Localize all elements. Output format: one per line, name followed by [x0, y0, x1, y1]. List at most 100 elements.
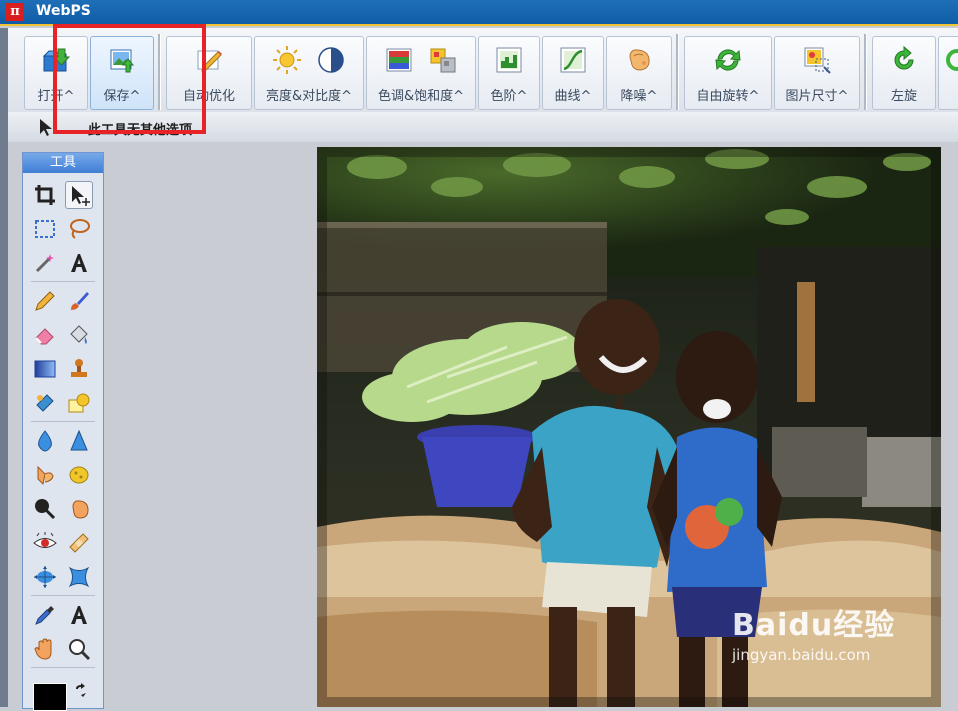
watermark-url: jingyan.baidu.com [732, 646, 871, 664]
toolbox-divider [31, 595, 95, 596]
text-type-icon [71, 606, 87, 624]
bandage-tool[interactable] [65, 529, 93, 557]
patch-icon [36, 394, 54, 412]
brightness-contrast-label: 亮度&对比度^ [265, 89, 353, 104]
sponge-tool[interactable] [65, 461, 93, 489]
saturation-icon [430, 48, 456, 73]
toolbar-divider [676, 34, 679, 110]
stamp-icon [71, 359, 87, 377]
contrast-icon [317, 47, 344, 73]
stamp-tool[interactable] [65, 355, 93, 383]
burn-icon [72, 500, 89, 519]
move-select-icon [72, 186, 90, 206]
rotate-left-icon [894, 45, 914, 70]
shape-icon [68, 393, 90, 413]
gradient-tool[interactable] [31, 355, 59, 383]
crop-icon [35, 185, 55, 205]
levels-button[interactable]: 色阶^ [478, 36, 540, 110]
brightness-contrast-button[interactable]: 亮度&对比度^ [254, 36, 364, 110]
levels-icon [496, 47, 522, 73]
move-select-tool[interactable] [65, 181, 93, 209]
text-type-tool[interactable] [65, 601, 93, 629]
text-icon [71, 254, 87, 272]
smudge-tool[interactable] [31, 461, 59, 489]
warp-icon [68, 566, 90, 588]
swap-colors-icon[interactable] [73, 683, 89, 699]
transform-tool[interactable] [31, 563, 59, 591]
patch-tool[interactable] [31, 389, 59, 417]
curves-icon [560, 47, 586, 73]
paint-bucket-icon [70, 325, 88, 344]
toolbox-divider [31, 667, 95, 668]
zoom-icon [69, 639, 91, 661]
toolbox-divider [31, 421, 95, 422]
sun-icon [273, 46, 302, 74]
eraser-tool[interactable] [31, 321, 59, 349]
pencil-tool[interactable] [31, 287, 59, 315]
toolbox-panel: 工具 [22, 152, 104, 711]
hand-icon [34, 638, 52, 660]
blur-drop-icon [38, 430, 52, 452]
sharpen-icon [70, 429, 88, 451]
title-bar: π WebPS [0, 0, 958, 24]
hand-tool[interactable] [31, 635, 59, 663]
lasso-icon [70, 219, 90, 239]
curves-label: 曲线^ [554, 89, 592, 104]
free-rotate-label: 自由旋转^ [696, 89, 760, 104]
rotate-right-button-partial[interactable] [938, 36, 958, 110]
dodge-tool[interactable] [31, 495, 59, 523]
eraser-icon [35, 328, 54, 345]
baidu-watermark: Baidu经验 jingyan.baidu.com [732, 600, 895, 664]
image-size-button[interactable]: 图片尺寸^ [774, 36, 860, 110]
toolbox-divider [31, 281, 95, 282]
highlight-annotation [53, 24, 206, 134]
text-tool[interactable] [65, 249, 93, 277]
watermark-logo: Baidu经验 [732, 608, 896, 643]
rotate-left-label: 左旋 [890, 89, 917, 104]
curves-button[interactable]: 曲线^ [542, 36, 604, 110]
gradient-icon [34, 360, 56, 378]
rect-select-tool[interactable] [31, 215, 59, 243]
pencil-icon [35, 291, 55, 311]
app-logo-icon: π [6, 3, 24, 21]
image-size-icon [804, 47, 831, 74]
denoise-label: 降噪^ [620, 89, 658, 104]
image-size-label: 图片尺寸^ [785, 89, 849, 104]
zoom-tool[interactable] [65, 635, 93, 663]
crop-tool[interactable] [31, 181, 59, 209]
hue-saturation-button[interactable]: 色调&饱和度^ [366, 36, 476, 110]
smudge-icon [37, 465, 54, 486]
free-rotate-icon [715, 49, 741, 71]
bandage-icon [69, 533, 89, 553]
eyedropper-tool[interactable] [31, 601, 59, 629]
lasso-tool[interactable] [65, 215, 93, 243]
rect-select-icon [35, 220, 55, 238]
shape-tool[interactable] [65, 389, 93, 417]
left-frame [0, 28, 8, 707]
transform-icon [34, 566, 56, 588]
magic-wand-icon [35, 254, 54, 273]
magic-wand-tool[interactable] [31, 249, 59, 277]
red-eye-icon [33, 532, 57, 548]
denoise-button[interactable]: 降噪^ [606, 36, 672, 110]
color-bars-icon [386, 48, 412, 72]
toolbox-title: 工具 [23, 153, 103, 173]
hue-saturation-label: 色调&饱和度^ [377, 89, 465, 104]
burn-tool[interactable] [65, 495, 93, 523]
blur-tool[interactable] [31, 427, 59, 455]
brush-icon [71, 292, 89, 310]
warp-tool[interactable] [65, 563, 93, 591]
free-rotate-button[interactable]: 自由旋转^ [684, 36, 772, 110]
dodge-icon [35, 499, 56, 520]
brush-tool[interactable] [65, 287, 93, 315]
rotate-left-button[interactable]: 左旋 [872, 36, 936, 110]
sponge-icon [69, 466, 89, 484]
app-title: WebPS [36, 3, 91, 19]
eyedropper-icon [35, 606, 54, 625]
rotate-right-icon [946, 49, 958, 71]
denoise-icon [629, 49, 650, 71]
red-eye-tool[interactable] [31, 529, 59, 557]
paint-bucket-tool[interactable] [65, 321, 93, 349]
levels-label: 色阶^ [490, 89, 528, 104]
sharpen-tool[interactable] [65, 427, 93, 455]
